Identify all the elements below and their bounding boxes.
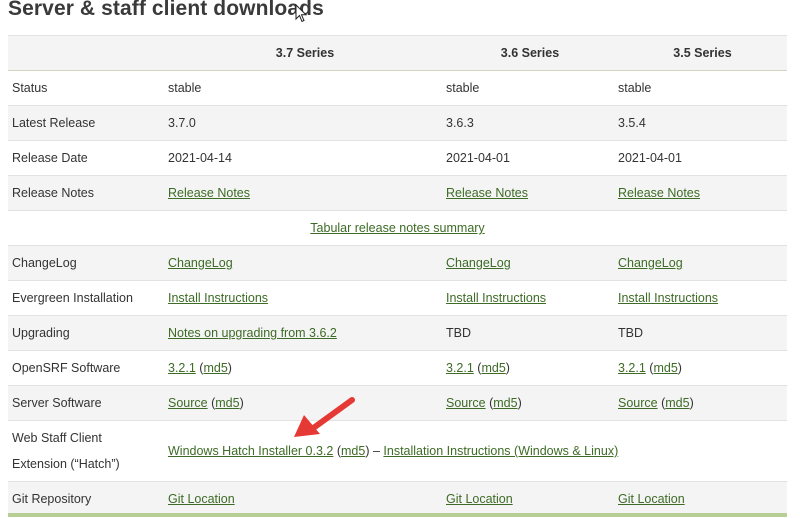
source-link-3-5[interactable]: Source — [618, 396, 658, 410]
column-header-empty — [8, 35, 164, 71]
table-bottom-accent-bar — [8, 513, 787, 517]
changelog-link-3-6[interactable]: ChangeLog — [446, 256, 511, 270]
latest-release-3-5: 3.5.4 — [614, 105, 787, 141]
git-location-link-3-7[interactable]: Git Location — [168, 492, 235, 506]
table-row-status: Status stable stable stable — [8, 70, 787, 106]
hatch-label-line2: Extension (“Hatch”) — [12, 457, 120, 471]
row-label: Release Notes — [8, 175, 164, 211]
table-row-hatch: Web Staff Client Extension (“Hatch”) Win… — [8, 420, 787, 482]
row-label: Git Repository — [8, 481, 164, 517]
table-row-server-software: Server Software Source (md5) Source (md5… — [8, 385, 787, 421]
column-header-3-5: 3.5 Series — [614, 35, 787, 71]
column-header-3-6: 3.6 Series — [442, 35, 614, 71]
release-date-3-7: 2021-04-14 — [164, 140, 442, 176]
column-header-3-7: 3.7 Series — [164, 35, 442, 71]
row-label: Status — [8, 70, 164, 106]
row-label: ChangeLog — [8, 245, 164, 281]
release-notes-link-3-6[interactable]: Release Notes — [446, 186, 528, 200]
row-label: Upgrading — [8, 315, 164, 351]
mouse-pointer-icon — [295, 4, 308, 23]
source-md5-link-3-7[interactable]: md5 — [215, 396, 239, 410]
opensrf-md5-link-3-6[interactable]: md5 — [481, 361, 505, 375]
source-link-3-7[interactable]: Source — [168, 396, 208, 410]
row-label: Release Date — [8, 140, 164, 176]
status-3-5: stable — [614, 70, 787, 106]
upgrade-notes-link-3-7[interactable]: Notes on upgrading from 3.6.2 — [168, 326, 337, 340]
hatch-label-line1: Web Staff Client — [12, 431, 102, 445]
opensrf-link-3-7[interactable]: 3.2.1 — [168, 361, 196, 375]
table-header-row: 3.7 Series 3.6 Series 3.5 Series — [8, 35, 787, 71]
row-label: Server Software — [8, 385, 164, 421]
upgrading-3-6: TBD — [442, 315, 614, 351]
opensrf-link-3-5[interactable]: 3.2.1 — [618, 361, 646, 375]
source-md5-link-3-5[interactable]: md5 — [665, 396, 689, 410]
install-instructions-link-3-5[interactable]: Install Instructions — [618, 291, 718, 305]
row-label: Latest Release — [8, 105, 164, 141]
table-row-upgrading: Upgrading Notes on upgrading from 3.6.2 … — [8, 315, 787, 351]
git-location-link-3-5[interactable]: Git Location — [618, 492, 685, 506]
tabular-release-notes-link[interactable]: Tabular release notes summary — [310, 221, 484, 235]
install-instructions-link-3-6[interactable]: Install Instructions — [446, 291, 546, 305]
release-notes-link-3-5[interactable]: Release Notes — [618, 186, 700, 200]
row-label: Evergreen Installation — [8, 280, 164, 316]
row-label: OpenSRF Software — [8, 350, 164, 386]
opensrf-md5-link-3-7[interactable]: md5 — [203, 361, 227, 375]
table-row-opensrf: OpenSRF Software 3.2.1 (md5) 3.2.1 (md5)… — [8, 350, 787, 386]
table-row-tabular-summary: Tabular release notes summary — [8, 210, 787, 246]
table-row-changelog: ChangeLog ChangeLog ChangeLog ChangeLog — [8, 245, 787, 281]
release-notes-link-3-7[interactable]: Release Notes — [168, 186, 250, 200]
downloads-table: 3.7 Series 3.6 Series 3.5 Series Status … — [8, 35, 787, 517]
release-date-3-5: 2021-04-01 — [614, 140, 787, 176]
status-3-6: stable — [442, 70, 614, 106]
table-row-release-date: Release Date 2021-04-14 2021-04-01 2021-… — [8, 140, 787, 176]
changelog-link-3-7[interactable]: ChangeLog — [168, 256, 233, 270]
table-row-latest-release: Latest Release 3.7.0 3.6.3 3.5.4 — [8, 105, 787, 141]
status-3-7: stable — [164, 70, 442, 106]
git-location-link-3-6[interactable]: Git Location — [446, 492, 513, 506]
page-title: Server & staff client downloads — [8, 0, 324, 20]
opensrf-link-3-6[interactable]: 3.2.1 — [446, 361, 474, 375]
row-label: Web Staff Client Extension (“Hatch”) — [8, 420, 164, 482]
install-instructions-link-3-7[interactable]: Install Instructions — [168, 291, 268, 305]
opensrf-md5-link-3-5[interactable]: md5 — [653, 361, 677, 375]
table-row-git: Git Repository Git Location Git Location… — [8, 481, 787, 517]
hatch-instructions-link[interactable]: Installation Instructions (Windows & Lin… — [383, 444, 618, 458]
red-arrow-icon — [294, 397, 355, 437]
hatch-md5-link[interactable]: md5 — [341, 444, 365, 458]
separator-dash: – — [372, 444, 380, 458]
table-row-install: Evergreen Installation Install Instructi… — [8, 280, 787, 316]
source-link-3-6[interactable]: Source — [446, 396, 486, 410]
upgrading-3-5: TBD — [614, 315, 787, 351]
release-date-3-6: 2021-04-01 — [442, 140, 614, 176]
hatch-installer-link[interactable]: Windows Hatch Installer 0.3.2 — [168, 444, 333, 458]
latest-release-3-7: 3.7.0 — [164, 105, 442, 141]
changelog-link-3-5[interactable]: ChangeLog — [618, 256, 683, 270]
source-md5-link-3-6[interactable]: md5 — [493, 396, 517, 410]
table-row-release-notes: Release Notes Release Notes Release Note… — [8, 175, 787, 211]
latest-release-3-6: 3.6.3 — [442, 105, 614, 141]
